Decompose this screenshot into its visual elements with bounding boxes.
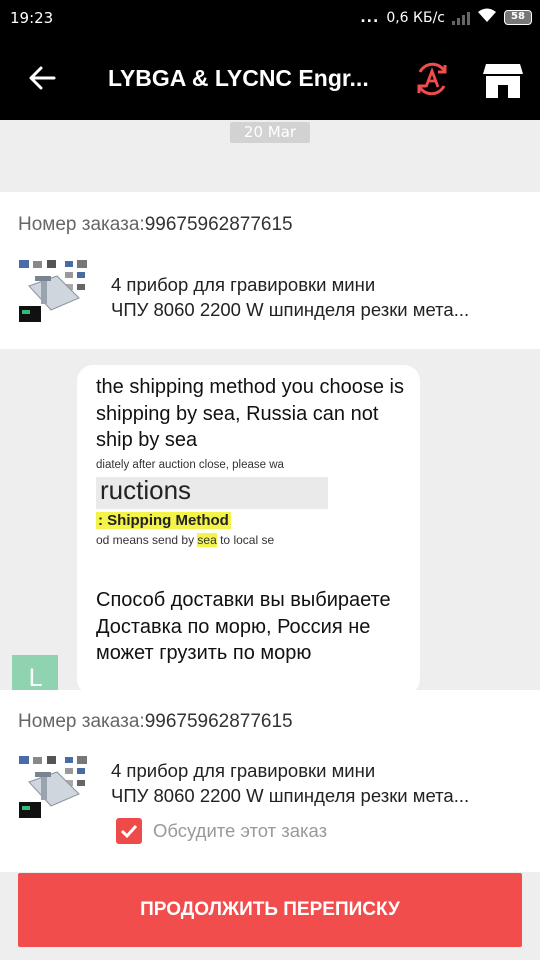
message-text-ru: Способ доставки вы выбираете Доставка по… — [96, 589, 391, 664]
order-number: Номер заказа:99675962877615 — [18, 214, 293, 236]
product-thumbnail[interactable] — [17, 754, 92, 829]
message-text-en: the shipping method you choose is shippi… — [96, 376, 404, 451]
order-card[interactable]: Номер заказа:99675962877615 4 прибор для… — [0, 192, 540, 349]
date-separator: 20 Mar — [230, 122, 310, 143]
order-number-label: Номер заказа: — [18, 711, 145, 732]
status-icons: ... 0,6 КБ/с 58 — [360, 8, 532, 27]
product-title[interactable]: 4 прибор для гравировки мини ЧПУ 8060 22… — [111, 272, 531, 322]
image-text-line2: ructions — [100, 475, 192, 505]
image-text-line1: diately after auction close, please wa — [96, 459, 284, 471]
order-number-value: 99675962877615 — [144, 711, 293, 732]
checkmark-icon — [120, 824, 138, 839]
product-title-line1: 4 прибор для гравировки мини — [111, 760, 376, 781]
discuss-order-label[interactable]: Обсудите этот заказ — [153, 820, 327, 842]
app-bar: LYBGA & LYCNC Engr... — [0, 38, 540, 120]
translate-icon[interactable] — [413, 60, 451, 98]
product-thumbnail[interactable] — [17, 258, 92, 333]
status-time: 19:23 — [10, 9, 54, 27]
chat-title: LYBGA & LYCNC Engr... — [108, 65, 369, 91]
battery-icon: 58 — [504, 10, 532, 25]
notification-dots: ... — [360, 9, 380, 26]
signal-icon — [452, 11, 470, 25]
message-image[interactable]: diately after auction close, please wa r… — [96, 457, 328, 551]
order-number-value: 99675962877615 — [144, 214, 293, 235]
order-number: Номер заказа:99675962877615 — [18, 711, 293, 733]
product-title-line1: 4 прибор для гравировки мини — [111, 274, 376, 295]
image-text-line4: od means send by sea to local se — [96, 533, 275, 547]
message-bubble[interactable]: the shipping method you choose is shippi… — [77, 365, 420, 695]
discuss-order-checkbox[interactable] — [116, 818, 142, 844]
wifi-icon — [477, 8, 497, 27]
selected-order-card: Номер заказа:99675962877615 4 прибор для… — [0, 690, 540, 872]
product-title: 4 прибор для гравировки мини ЧПУ 8060 22… — [111, 758, 531, 808]
image-text-line3: : Shipping Method — [96, 512, 231, 529]
store-icon[interactable] — [482, 60, 524, 100]
continue-chat-button[interactable]: ПРОДОЛЖИТЬ ПЕРЕПИСКУ — [18, 873, 522, 947]
product-title-line2: ЧПУ 8060 2200 W шпинделя резки мета... — [111, 785, 470, 806]
product-title-line2: ЧПУ 8060 2200 W шпинделя резки мета... — [111, 299, 470, 320]
status-bar: 19:23 ... 0,6 КБ/с 58 — [0, 0, 540, 38]
order-number-label: Номер заказа: — [18, 214, 145, 235]
back-arrow-icon[interactable] — [26, 62, 58, 94]
network-speed: 0,6 КБ/с — [386, 9, 445, 26]
